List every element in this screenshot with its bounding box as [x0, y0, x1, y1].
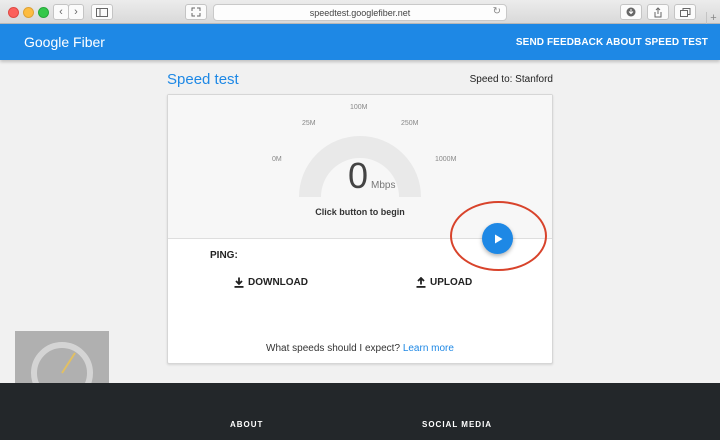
- reload-icon[interactable]: ↻: [493, 6, 501, 17]
- site-header: Google Fiber SEND FEEDBACK ABOUT SPEED T…: [0, 24, 720, 60]
- gauge-tick: 1000M: [435, 156, 457, 163]
- speed-value: 0: [348, 155, 369, 196]
- gauge-tick: 100M: [350, 104, 368, 111]
- google-fiber-logo[interactable]: Google Fiber: [24, 34, 105, 50]
- zoom-window-button[interactable]: [38, 7, 49, 18]
- tabs-button[interactable]: [674, 4, 696, 20]
- tabs-icon: [679, 7, 690, 17]
- plus-icon: +: [710, 12, 717, 24]
- site-footer: ABOUT SOCIAL MEDIA: [0, 383, 720, 440]
- chevron-right-icon: ›: [74, 6, 78, 18]
- expand-icon: [191, 7, 201, 17]
- ping-label: PING:: [210, 250, 238, 261]
- share-button[interactable]: [647, 4, 669, 20]
- footer-social-media[interactable]: SOCIAL MEDIA: [422, 420, 492, 429]
- forward-button[interactable]: ›: [68, 4, 84, 20]
- download-metric: DOWNLOAD: [234, 277, 308, 288]
- address-bar[interactable]: speedtest.googlefiber.net ↻: [213, 4, 507, 21]
- download-label: DOWNLOAD: [248, 277, 308, 288]
- learn-more-link[interactable]: Learn more: [403, 343, 454, 354]
- close-window-button[interactable]: [8, 7, 19, 18]
- chevron-left-icon: ‹: [59, 6, 63, 18]
- download-circle-icon: [626, 7, 636, 17]
- upload-label: UPLOAD: [430, 277, 473, 288]
- download-icon: [234, 277, 244, 288]
- share-icon: [654, 6, 662, 17]
- speed-question: What speeds should I expect? Learn more: [168, 343, 552, 354]
- back-button[interactable]: ‹: [53, 4, 69, 20]
- annotation-circle: [450, 201, 547, 271]
- fullscreen-button[interactable]: [185, 4, 207, 20]
- downloads-button[interactable]: [620, 4, 642, 20]
- footer-about[interactable]: ABOUT: [230, 420, 263, 429]
- new-tab-button[interactable]: +: [706, 12, 720, 24]
- gauge-tick: 0M: [272, 156, 282, 163]
- page-title: Speed test: [167, 71, 239, 88]
- minimize-window-button[interactable]: [23, 7, 34, 18]
- sidebar-icon: [96, 7, 108, 17]
- speed-to-server: Speed to: Stanford: [469, 74, 553, 85]
- sidebar-button[interactable]: [91, 4, 113, 20]
- gauge-tick: 25M: [302, 120, 316, 127]
- question-text: What speeds should I expect?: [266, 343, 401, 354]
- gauge-tick: 250M: [401, 120, 419, 127]
- upload-icon: [416, 277, 426, 288]
- url-text: speedtest.googlefiber.net: [309, 7, 411, 18]
- browser-toolbar: ‹ › speedtest.googlefiber.net ↻ +: [0, 0, 720, 24]
- speed-unit: Mbps: [371, 180, 396, 191]
- send-feedback-link[interactable]: SEND FEEDBACK ABOUT SPEED TEST: [516, 37, 708, 48]
- upload-metric: UPLOAD: [416, 277, 472, 288]
